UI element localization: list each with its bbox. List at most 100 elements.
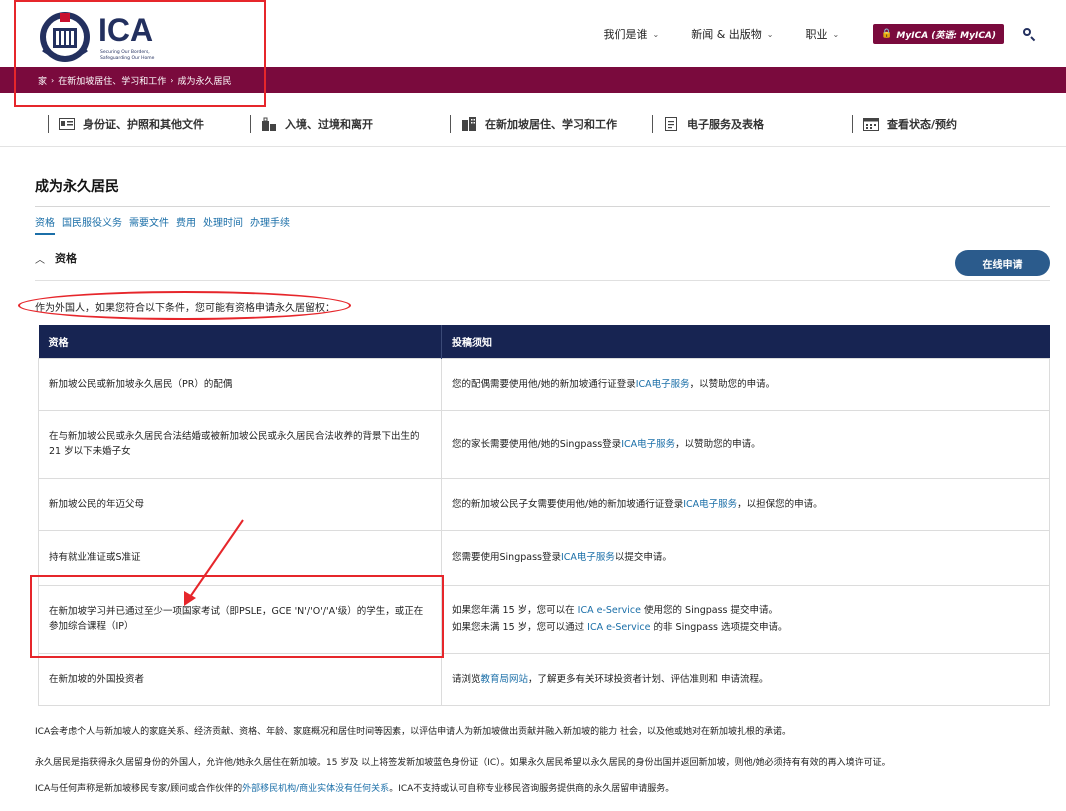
eligibility-cell: 在与新加坡公民或永久居民合法结婚或被新加坡公民或永久居民合法收养的背景下出生的 …: [38, 409, 442, 479]
document-icon: [663, 117, 679, 131]
myica-button[interactable]: 🔒 MyICA (英语: MyICA): [873, 24, 1004, 44]
chevron-down-icon: ⌄: [652, 29, 660, 39]
secnav-id-passport[interactable]: 身份证、护照和其他文件: [48, 115, 204, 133]
secnav-status-appointment[interactable]: 查看状态/预约: [852, 115, 957, 133]
notes-text: 您需要使用Singpass登录: [452, 552, 561, 563]
tab-national-service[interactable]: 国民服役义务: [62, 214, 122, 235]
footer-note-link[interactable]: 外部移民机构/商业实体没有任何关系: [242, 784, 389, 794]
secnav-live-study-work[interactable]: 在新加坡居住、学习和工作: [450, 115, 617, 133]
divider: [450, 115, 451, 133]
id-card-icon: [59, 117, 75, 131]
chevron-down-icon: ⌄: [832, 29, 840, 39]
nav-careers[interactable]: 职业 ⌄: [806, 26, 840, 42]
secnav-label: 入境、过境和离开: [285, 118, 373, 131]
footer-note: 永久居民是指获得永久居留身份的外国人，允许他/她永久居住在新加坡。15 岁及 以…: [35, 755, 1055, 768]
notes-paragraph: 请浏览教育局网站，了解更多有关环球投资者计划、评估准则和 申请流程。: [452, 672, 1039, 687]
apply-online-button[interactable]: 在线申请: [955, 250, 1050, 276]
tab-processing-time[interactable]: 处理时间: [203, 214, 243, 235]
tab-fees[interactable]: 费用: [176, 214, 196, 235]
notes-text: 使用您的 Singpass 提交申请。: [641, 605, 779, 616]
secnav-label: 在新加坡居住、学习和工作: [485, 118, 617, 131]
table-row: 在新加坡的外国投资者 请浏览教育局网站，了解更多有关环球投资者计划、评估准则和 申…: [38, 652, 1050, 706]
eligibility-cell: 新加坡公民或新加坡永久居民（PR）的配偶: [38, 357, 442, 411]
notes-text: ，以赞助您的申请。: [689, 378, 776, 390]
annotation-highlight-box: [14, 0, 266, 107]
notes-text: 您的家长需要使用他/她的Singpass登录: [452, 438, 622, 450]
notes-cell: 如果您年满 15 岁，您可以在 ICA e-Service 使用您的 Singp…: [441, 584, 1050, 654]
accordion-title: 资格: [55, 252, 77, 265]
notes-paragraph: 如果您年满 15 岁，您可以在 ICA e-Service 使用您的 Singp…: [452, 603, 1039, 618]
search-icon[interactable]: [1022, 27, 1036, 42]
calendar-icon: [863, 117, 879, 131]
footer-note-text: ICA与任何声称是新加坡移民专家/顾问或合作伙伴的: [35, 784, 243, 794]
divider: [852, 115, 853, 133]
notes-paragraph: 您的家长需要使用他/她的Singpass登录ICA电子服务，以赞助您的申请。: [452, 437, 1039, 452]
notes-text: 如果您未满 15 岁，您可以通过: [452, 622, 588, 633]
eligibility-cell: 新加坡公民的年迈父母: [38, 477, 442, 531]
secnav-arrival-departure[interactable]: 入境、过境和离开: [250, 115, 373, 133]
footer-note-text: 永久居民是指获得永久居留身份的外国人，允许他/她永久居住在新加坡。15 岁及 以…: [35, 758, 891, 768]
eligibility-cell: 在新加坡的外国投资者: [38, 652, 442, 706]
notes-link[interactable]: ICA e-Service: [578, 605, 641, 616]
footer-note-text: ICA会考虑个人与新加坡人的家庭关系、经济贡献、资格、年龄、家庭概况和居住时间等…: [35, 727, 791, 737]
notes-cell: 您的新加坡公民子女需要使用他/她的新加坡通行证登录ICA电子服务，以担保您的申请…: [441, 477, 1050, 531]
notes-text: 您的配偶需要使用他/她的新加坡通行证登录: [452, 378, 636, 390]
divider: [35, 206, 1050, 207]
notes-text: 以提交申请。: [614, 552, 672, 563]
myica-label: MyICA (英语: MyICA): [896, 30, 996, 41]
notes-paragraph: 您的配偶需要使用他/她的新加坡通行证登录ICA电子服务，以赞助您的申请。: [452, 377, 1039, 392]
notes-cell: 您的配偶需要使用他/她的新加坡通行证登录ICA电子服务，以赞助您的申请。: [441, 357, 1050, 411]
luggage-icon: [261, 117, 277, 131]
notes-text: 请浏览: [452, 673, 481, 685]
notes-paragraph: 您的新加坡公民子女需要使用他/她的新加坡通行证登录ICA电子服务，以担保您的申请…: [452, 497, 1039, 512]
notes-cell: 您的家长需要使用他/她的Singpass登录ICA电子服务，以赞助您的申请。: [441, 409, 1050, 479]
table-header-row: 资格 投稿须知: [38, 325, 1050, 358]
annotation-highlight-box: [30, 575, 444, 658]
column-header-eligibility: 资格: [38, 325, 442, 358]
notes-link[interactable]: ICA电子服务: [683, 499, 737, 510]
notes-paragraph: 如果您未满 15 岁，您可以通过 ICA e-Service 的非 Singpa…: [452, 620, 1039, 635]
tab-eligibility[interactable]: 资格: [35, 214, 55, 235]
footer-note: ICA与任何声称是新加坡移民专家/顾问或合作伙伴的外部移民机构/商业实体没有任何…: [35, 781, 1055, 794]
notes-link[interactable]: ICA电子服务: [561, 552, 615, 563]
lock-icon: 🔒: [881, 29, 893, 39]
tab-procedure[interactable]: 办理手续: [250, 214, 290, 235]
secondary-navigation: 身份证、护照和其他文件 入境、过境和离开 在新加坡居住、学习和工作 电子服务及表…: [0, 103, 1066, 147]
nav-label: 新闻 & 出版物: [691, 28, 762, 41]
divider: [250, 115, 251, 133]
secnav-label: 身份证、护照和其他文件: [83, 118, 204, 131]
page-title: 成为永久居民: [35, 179, 119, 195]
table-row: 在与新加坡公民或永久居民合法结婚或被新加坡公民或永久居民合法收养的背景下出生的 …: [38, 409, 1050, 479]
divider: [652, 115, 653, 133]
notes-text: 的非 Singpass 选项提交申请。: [650, 622, 788, 633]
notes-link[interactable]: ICA电子服务: [621, 439, 675, 450]
notes-cell: 您需要使用Singpass登录ICA电子服务以提交申请。: [441, 529, 1050, 586]
secnav-label: 电子服务及表格: [687, 118, 764, 131]
nav-who-we-are[interactable]: 我们是谁 ⌄: [604, 26, 660, 42]
chevron-up-icon: ︿: [35, 254, 45, 266]
divider: [35, 280, 1050, 281]
notes-text: ，以担保您的申请。: [737, 498, 823, 510]
notes-text: 您的新加坡公民子女需要使用他/她的新加坡通行证登录: [452, 498, 684, 510]
chevron-down-icon: ⌄: [766, 29, 774, 39]
notes-cell: 请浏览教育局网站，了解更多有关环球投资者计划、评估准则和 申请流程。: [441, 652, 1050, 706]
eligibility-accordion-header[interactable]: ︿ 资格: [35, 250, 77, 266]
secnav-label: 查看状态/预约: [887, 118, 958, 131]
notes-link[interactable]: ICA e-Service: [587, 622, 650, 633]
notes-paragraph: 您需要使用Singpass登录ICA电子服务以提交申请。: [452, 550, 1039, 565]
column-header-notes: 投稿须知: [441, 325, 1050, 358]
nav-news-publications[interactable]: 新闻 & 出版物 ⌄: [691, 26, 773, 42]
notes-text: ，了解更多有关环球投资者计划、评估准则和 申请流程。: [528, 673, 769, 685]
divider: [48, 115, 49, 133]
top-navigation: 我们是谁 ⌄ 新闻 & 出版物 ⌄ 职业 ⌄ 🔒 MyICA (英语: MyIC…: [572, 24, 1036, 44]
footer-note: ICA会考虑个人与新加坡人的家庭关系、经济贡献、资格、年龄、家庭概况和居住时间等…: [35, 724, 1055, 737]
footer-note-text: 。ICA不支持或认可自称专业移民咨询服务提供商的永久居留申请服务。: [389, 784, 675, 794]
table-row: 新加坡公民的年迈父母 您的新加坡公民子女需要使用他/她的新加坡通行证登录ICA电子…: [38, 477, 1050, 531]
notes-text: ，以赞助您的申请。: [675, 438, 761, 450]
notes-text: 如果您年满 15 岁，您可以在: [452, 605, 578, 616]
tab-documents[interactable]: 需要文件: [129, 214, 169, 235]
notes-link[interactable]: ICA电子服务: [636, 379, 690, 390]
building-icon: [461, 117, 477, 131]
notes-link[interactable]: 教育局网站: [481, 674, 529, 685]
secnav-eservices-forms[interactable]: 电子服务及表格: [652, 115, 764, 133]
